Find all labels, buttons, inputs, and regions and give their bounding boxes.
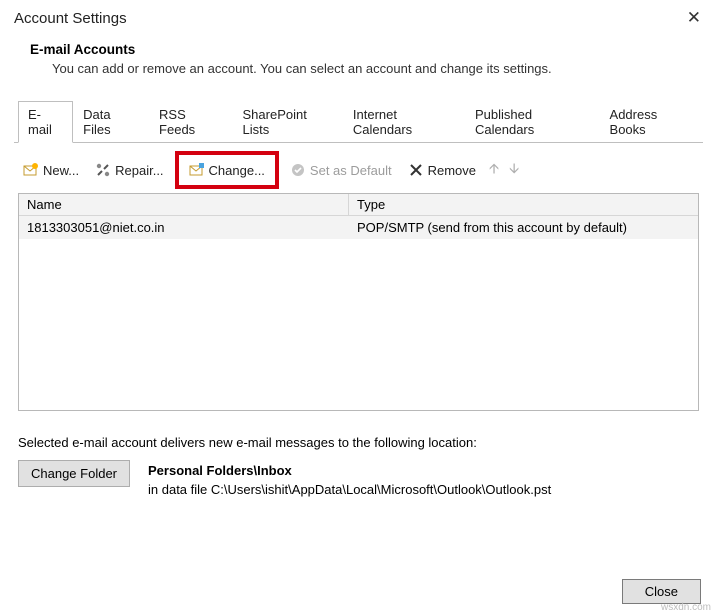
change-folder-button[interactable]: Change Folder [18,460,130,487]
close-button[interactable]: Close [622,579,701,604]
tab-internet-calendars[interactable]: Internet Calendars [343,101,465,143]
window-title: Account Settings [14,10,127,27]
header-description: You can add or remove an account. You ca… [30,61,687,76]
location-block: Personal Folders\Inbox in data file C:\U… [148,460,551,497]
move-up-icon: 🡩 [487,158,501,182]
cell-type: POP/SMTP (send from this account by defa… [349,216,698,239]
change-button[interactable]: Change... [175,151,279,189]
tab-published-calendars[interactable]: Published Calendars [465,101,600,143]
header-block: E-mail Accounts You can add or remove an… [0,34,717,100]
repair-button[interactable]: Repair... [90,159,168,181]
footer: Close [622,579,701,604]
col-header-type[interactable]: Type [349,194,698,215]
delivery-label: Selected e-mail account delivers new e-m… [18,435,699,450]
remove-label: Remove [428,163,476,178]
cell-name: 1813303051@niet.co.in [19,216,349,239]
repair-icon [95,162,111,178]
close-icon[interactable]: ✕ [681,8,707,28]
new-label: New... [43,163,79,178]
new-mail-icon [23,162,39,178]
tab-sharepoint-lists[interactable]: SharePoint Lists [233,101,343,143]
tab-address-books[interactable]: Address Books [600,101,703,143]
set-default-label: Set as Default [310,163,392,178]
col-header-name[interactable]: Name [19,194,349,215]
change-icon [189,162,205,178]
location-path: Personal Folders\Inbox [148,463,551,478]
tabs: E-mail Data Files RSS Feeds SharePoint L… [14,100,703,143]
repair-label: Repair... [115,163,163,178]
location-file: in data file C:\Users\ishit\AppData\Loca… [148,482,551,497]
remove-icon [408,162,424,178]
tab-data-files[interactable]: Data Files [73,101,149,143]
change-label: Change... [209,163,265,178]
title-bar: Account Settings ✕ [0,0,717,34]
watermark: wsxdn.com [661,602,711,613]
toolbar: New... Repair... Change... Set as Defaul… [0,143,717,193]
new-button[interactable]: New... [18,159,84,181]
table-row[interactable]: 1813303051@niet.co.in POP/SMTP (send fro… [19,216,698,239]
tab-email[interactable]: E-mail [18,101,73,143]
tab-rss-feeds[interactable]: RSS Feeds [149,101,232,143]
remove-button[interactable]: Remove [403,159,481,181]
list-header: Name Type [19,194,698,216]
set-default-button: Set as Default [285,159,397,181]
account-list: Name Type 1813303051@niet.co.in POP/SMTP… [18,193,699,411]
check-circle-icon [290,162,306,178]
delivery-row: Change Folder Personal Folders\Inbox in … [18,460,699,497]
move-down-icon: 🡫 [507,158,521,182]
header-title: E-mail Accounts [30,42,687,57]
